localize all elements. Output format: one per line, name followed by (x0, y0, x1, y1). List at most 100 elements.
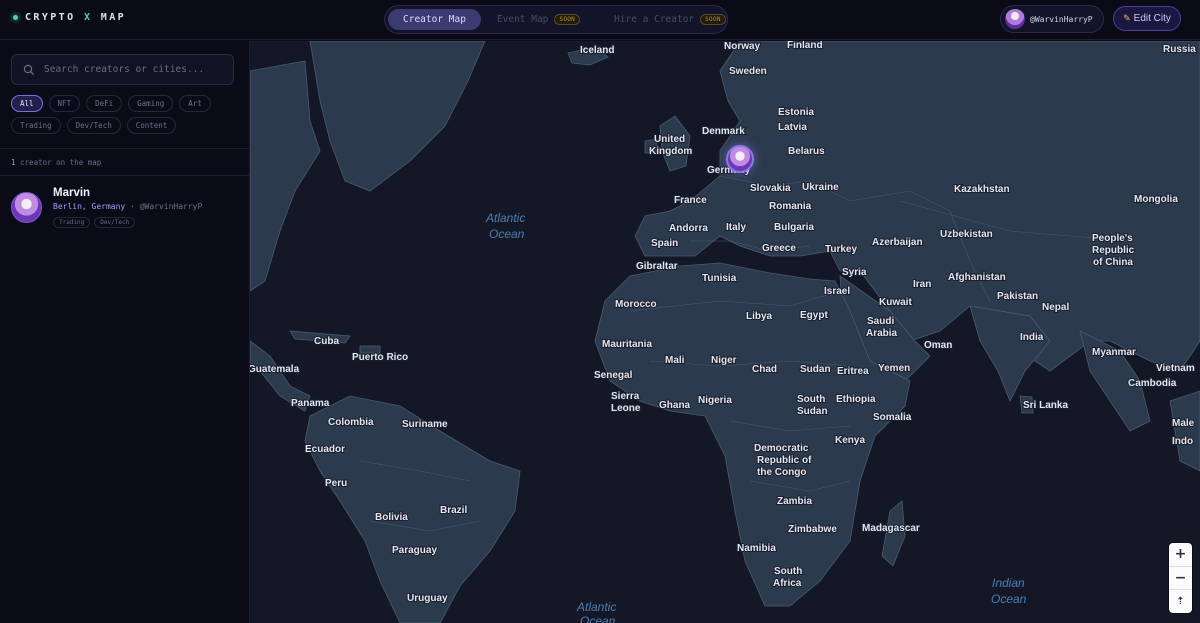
filter-chip-content[interactable]: Content (126, 117, 177, 134)
top-bar: CRYPTO X MAP Creator Map Event Map SOON … (0, 0, 1200, 40)
map-label: Mauritania (602, 339, 652, 350)
soon-badge: SOON (700, 14, 726, 25)
search-icon (23, 64, 35, 75)
avatar (1005, 9, 1025, 29)
map-label: Bulgaria (774, 222, 814, 233)
tab-hire-a-creator[interactable]: Hire a Creator SOON (602, 9, 738, 30)
map-label: Somalia (873, 412, 912, 423)
world-map[interactable]: Iceland Norway Finland Russia Sweden Est… (250, 41, 1200, 623)
tab-label: Hire a Creator (614, 14, 695, 25)
filter-chip-all[interactable]: All (11, 95, 43, 112)
tab-label: Creator Map (403, 14, 466, 25)
edit-city-button[interactable]: ✎ Edit City (1113, 6, 1181, 31)
map-label: Iceland (580, 45, 614, 56)
map-label: Saudi (867, 316, 894, 327)
edit-city-label: Edit City (1133, 13, 1171, 24)
map-label: Eritrea (837, 366, 869, 377)
map-label: of China (1093, 257, 1133, 268)
map-label: Ukraine (802, 182, 839, 193)
filter-chip-nft[interactable]: NFT (48, 95, 81, 112)
map-label: Zimbabwe (788, 524, 837, 535)
ocean-label: Indian (992, 576, 1025, 590)
filter-chip-art[interactable]: Art (179, 95, 211, 112)
map-label: Uruguay (407, 593, 448, 604)
map-label: Cambodia (1128, 378, 1177, 389)
user-handle: @WarvinHarryP (1030, 14, 1093, 24)
map-label: Brazil (440, 505, 467, 516)
map-label: Andorra (669, 223, 708, 234)
map-label: Pakistan (997, 291, 1038, 302)
map-label: Indo (1172, 436, 1193, 447)
user-profile-chip[interactable]: @WarvinHarryP (1000, 5, 1104, 33)
creator-avatar (11, 192, 42, 223)
tab-event-map[interactable]: Event Map SOON (485, 9, 592, 30)
filter-chip-gaming[interactable]: Gaming (128, 95, 174, 112)
map-label: Iran (913, 279, 931, 290)
map-label: Denmark (702, 126, 745, 137)
creator-count: 1 creator on the map (11, 158, 102, 167)
divider (0, 175, 250, 176)
map-label: Ethiopia (836, 394, 876, 405)
map-label: Republic of (757, 455, 812, 466)
map-label: United (654, 134, 685, 145)
creator-list-item[interactable]: Marvin Berlin, Germany · @WarvinHarryP T… (11, 186, 241, 232)
map-label: Bolivia (375, 512, 408, 523)
map-label: Leone (611, 403, 641, 414)
map-label: Oman (924, 340, 952, 351)
creator-map-pin[interactable] (726, 145, 754, 173)
zoom-out-button[interactable]: − (1169, 567, 1192, 591)
map-label: Male (1172, 418, 1195, 429)
map-label: Belarus (788, 146, 825, 157)
map-label: Africa (773, 578, 802, 589)
map-label: India (1020, 332, 1044, 343)
map-label: Turkey (825, 244, 857, 255)
map-label: Morocco (615, 299, 657, 310)
creator-name: Marvin (53, 187, 91, 199)
map-label: Sudan (797, 406, 828, 417)
land-greenland (309, 41, 486, 192)
map-label: Uzbekistan (940, 229, 993, 240)
map-label: Afghanistan (948, 272, 1006, 283)
filter-chip-defi[interactable]: DeFi (86, 95, 123, 112)
map-label: People's (1092, 233, 1133, 244)
map-label: Syria (842, 267, 867, 278)
filter-chip-trading[interactable]: Trading (11, 117, 61, 134)
tab-creator-map[interactable]: Creator Map (388, 9, 481, 30)
filter-chips: All NFT DeFi Gaming Art Trading Dev/Tech… (11, 95, 239, 134)
map-label: Yemen (878, 363, 910, 374)
map-label: Kazakhstan (954, 184, 1010, 195)
map-label: Madagascar (862, 523, 920, 534)
map-label: Sudan (800, 364, 831, 375)
view-tabs: Creator Map Event Map SOON Hire a Creato… (384, 5, 728, 34)
map-label: Peru (325, 478, 347, 489)
map-label: Senegal (594, 370, 633, 381)
map-label: Panama (291, 398, 330, 409)
brand-text: CRYPTO X MAP (25, 12, 127, 23)
land-north-america (250, 60, 321, 292)
reset-north-button[interactable]: ⇡ (1169, 590, 1192, 613)
map-label: Greece (762, 243, 796, 254)
ocean-label: Atlantic (576, 600, 616, 614)
map-label: Puerto Rico (352, 352, 408, 363)
map-label: Estonia (778, 107, 815, 118)
zoom-in-button[interactable]: + (1169, 543, 1192, 567)
pencil-icon: ✎ (1123, 13, 1131, 23)
map-label: Tunisia (702, 273, 737, 284)
map-label: Sri Lanka (1023, 400, 1068, 411)
ocean-label: Ocean (489, 227, 525, 241)
search-input[interactable] (44, 64, 224, 75)
creator-handle: @WarvinHarryP (139, 202, 203, 211)
map-label: Zambia (777, 496, 812, 507)
map-label: Mali (665, 355, 685, 366)
brand-logo[interactable]: CRYPTO X MAP (13, 12, 126, 23)
map-label: Spain (651, 238, 678, 249)
map-label: Kingdom (649, 146, 692, 157)
ocean-label: Ocean (991, 592, 1027, 606)
filter-chip-dev-tech[interactable]: Dev/Tech (66, 117, 121, 134)
map-label: Nepal (1042, 302, 1069, 313)
ocean-label: Ocean (580, 614, 616, 623)
tab-label: Event Map (496, 14, 549, 25)
creator-tag: Trading (53, 217, 91, 228)
map-label: South (774, 566, 802, 577)
map-label: Russia (1163, 44, 1196, 55)
